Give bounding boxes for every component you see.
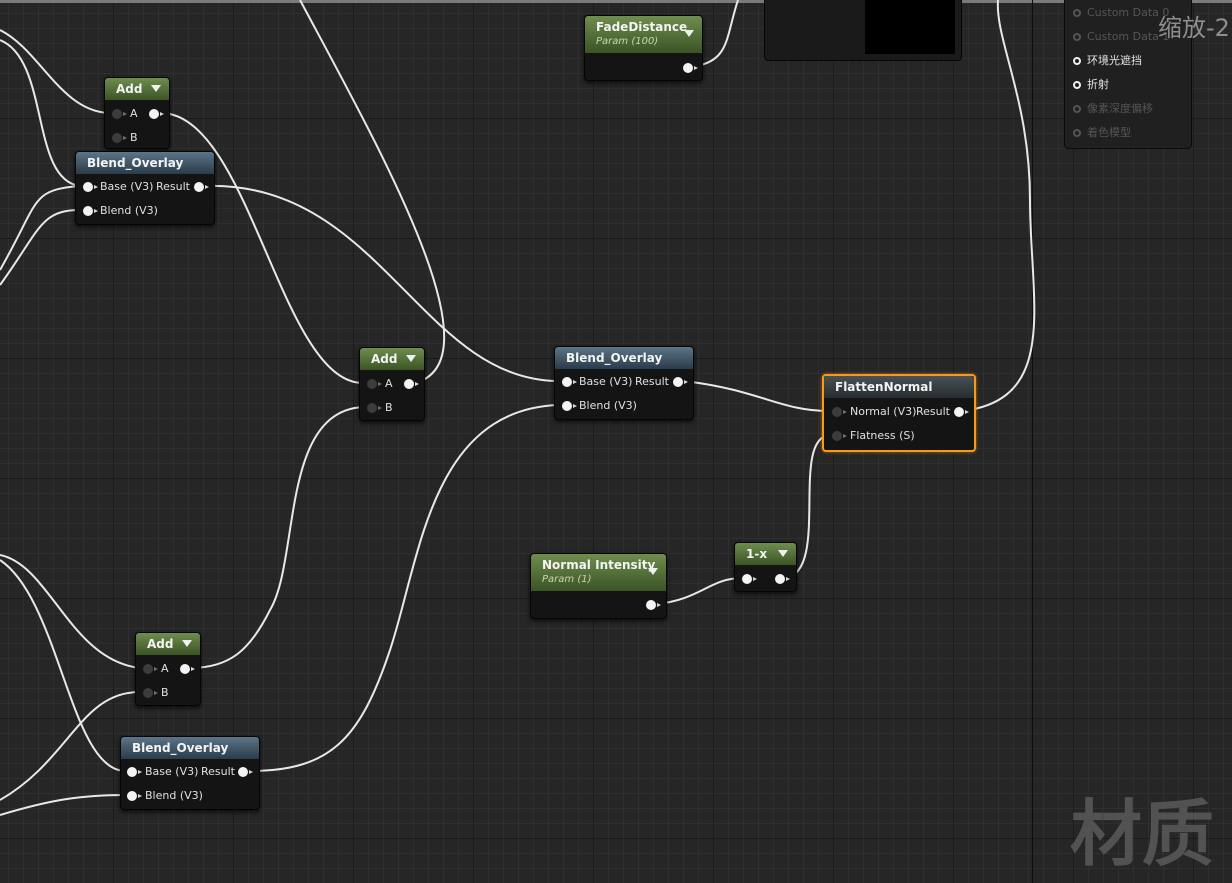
pin-circle-icon[interactable] bbox=[83, 206, 98, 216]
pin-circle-icon[interactable] bbox=[562, 377, 577, 387]
node-header[interactable]: Blend_Overlay bbox=[555, 347, 693, 369]
wire bbox=[961, 0, 1036, 412]
output-pin-pixel-depth-offset[interactable]: 像素深度偏移 bbox=[1073, 99, 1153, 119]
input-pin-normal[interactable]: Normal (V3) Result bbox=[824, 402, 974, 422]
wire bbox=[0, 554, 141, 669]
input-pin-a[interactable]: A bbox=[105, 104, 169, 124]
output-pin-refraction[interactable]: 折射 bbox=[1073, 75, 1109, 95]
input-pin-a[interactable]: A bbox=[136, 659, 200, 679]
material-graph-canvas[interactable]: Custom Data 0 Custom Data 1 环境光遮挡 折射 像素深… bbox=[0, 0, 1232, 883]
pin-circle-icon[interactable] bbox=[832, 407, 847, 417]
wire bbox=[0, 559, 126, 772]
node-header[interactable]: FlattenNormal bbox=[824, 376, 974, 398]
wire bbox=[189, 406, 365, 669]
blend-overlay-node[interactable]: Blend_Overlay Base (V3) Result Blend (V3) bbox=[75, 151, 215, 225]
preview-thumbnail bbox=[865, 0, 955, 54]
pin-circle-icon[interactable] bbox=[775, 574, 790, 584]
pin-circle-icon[interactable] bbox=[143, 688, 158, 698]
pin-circle-icon[interactable] bbox=[194, 182, 209, 192]
pin-ring-icon bbox=[1073, 9, 1081, 17]
wire bbox=[0, 794, 126, 816]
add-node[interactable]: Add A B bbox=[104, 77, 170, 149]
input-pin-b[interactable]: B bbox=[105, 128, 169, 148]
node-header[interactable]: 1-x bbox=[735, 543, 796, 565]
pin-circle-icon[interactable] bbox=[954, 407, 969, 417]
input-output-pins[interactable] bbox=[735, 569, 796, 589]
chevron-down-icon[interactable] bbox=[648, 568, 658, 575]
add-node[interactable]: Add A B bbox=[359, 347, 425, 421]
preview-node[interactable] bbox=[764, 0, 962, 61]
node-header[interactable]: Add bbox=[136, 633, 200, 655]
pin-circle-icon[interactable] bbox=[646, 600, 661, 610]
node-header[interactable]: Add bbox=[360, 348, 424, 370]
pin-ring-icon bbox=[1073, 129, 1081, 137]
node-header[interactable]: Blend_Overlay bbox=[121, 737, 259, 759]
input-pin-base[interactable]: Base (V3) Result bbox=[555, 372, 693, 392]
chevron-down-icon[interactable] bbox=[778, 550, 788, 557]
pin-ring-icon bbox=[1073, 81, 1081, 89]
pin-circle-icon[interactable] bbox=[127, 767, 142, 777]
one-minus-node[interactable]: 1-x bbox=[734, 542, 797, 592]
normal-intensity-node[interactable]: Normal Intensity Param (1) bbox=[530, 553, 667, 619]
wire bbox=[0, 39, 81, 187]
pin-circle-icon[interactable] bbox=[562, 401, 577, 411]
input-pin-base[interactable]: Base (V3) Result bbox=[76, 177, 214, 197]
chevron-down-icon[interactable] bbox=[151, 85, 161, 92]
wire bbox=[0, 29, 109, 114]
pin-circle-icon[interactable] bbox=[238, 767, 253, 777]
pin-circle-icon[interactable] bbox=[742, 574, 757, 584]
flatten-normal-node[interactable]: FlattenNormal Normal (V3) Result Flatness… bbox=[822, 374, 976, 452]
pin-ring-icon bbox=[1073, 33, 1081, 41]
node-header[interactable]: Add bbox=[105, 78, 169, 100]
pin-circle-icon[interactable] bbox=[673, 377, 688, 387]
pin-circle-icon[interactable] bbox=[683, 63, 698, 73]
pin-circle-icon[interactable] bbox=[112, 133, 127, 143]
blend-overlay-node[interactable]: Blend_Overlay Base (V3) Result Blend (V3) bbox=[120, 736, 260, 810]
wire bbox=[683, 380, 830, 412]
output-pin-custom-data-0[interactable]: Custom Data 0 bbox=[1073, 3, 1169, 23]
pin-circle-icon[interactable] bbox=[180, 664, 195, 674]
pin-circle-icon[interactable] bbox=[149, 109, 164, 119]
output-pin-custom-data-1[interactable]: Custom Data 1 bbox=[1073, 27, 1169, 47]
pin-circle-icon[interactable] bbox=[143, 664, 158, 674]
pin-ring-icon bbox=[1073, 105, 1081, 113]
wire bbox=[0, 691, 141, 801]
node-header[interactable]: Blend_Overlay bbox=[76, 152, 214, 174]
fade-distance-node[interactable]: FadeDistance Param (100) bbox=[584, 15, 703, 81]
zoom-level-label: 缩放-2 bbox=[1158, 14, 1230, 42]
add-node[interactable]: Add A B bbox=[135, 632, 201, 706]
wire bbox=[655, 577, 743, 605]
chevron-down-icon[interactable] bbox=[182, 640, 192, 647]
watermark: 材质 bbox=[1070, 792, 1215, 876]
input-pin-a[interactable]: A bbox=[360, 374, 424, 394]
pin-circle-icon[interactable] bbox=[112, 109, 127, 119]
wire bbox=[248, 404, 559, 772]
output-pin-shading-model[interactable]: 着色模型 bbox=[1073, 123, 1131, 143]
input-pin-base[interactable]: Base (V3) Result bbox=[121, 762, 259, 782]
chevron-down-icon[interactable] bbox=[684, 30, 694, 37]
pin-circle-icon[interactable] bbox=[367, 379, 382, 389]
pin-circle-icon[interactable] bbox=[367, 403, 382, 413]
pin-circle-icon[interactable] bbox=[404, 379, 419, 389]
node-header[interactable]: FadeDistance Param (100) bbox=[585, 16, 702, 53]
blend-overlay-node[interactable]: Blend_Overlay Base (V3) Result Blend (V3) bbox=[554, 346, 694, 420]
pin-circle-icon[interactable] bbox=[127, 791, 142, 801]
pin-ring-icon bbox=[1073, 57, 1081, 65]
pin-circle-icon[interactable] bbox=[832, 431, 847, 441]
node-header[interactable]: Normal Intensity Param (1) bbox=[531, 554, 666, 591]
pin-circle-icon[interactable] bbox=[83, 182, 98, 192]
output-pin-ambient-occlusion[interactable]: 环境光遮挡 bbox=[1073, 51, 1142, 71]
wire bbox=[299, 0, 446, 384]
chevron-down-icon[interactable] bbox=[406, 355, 416, 362]
